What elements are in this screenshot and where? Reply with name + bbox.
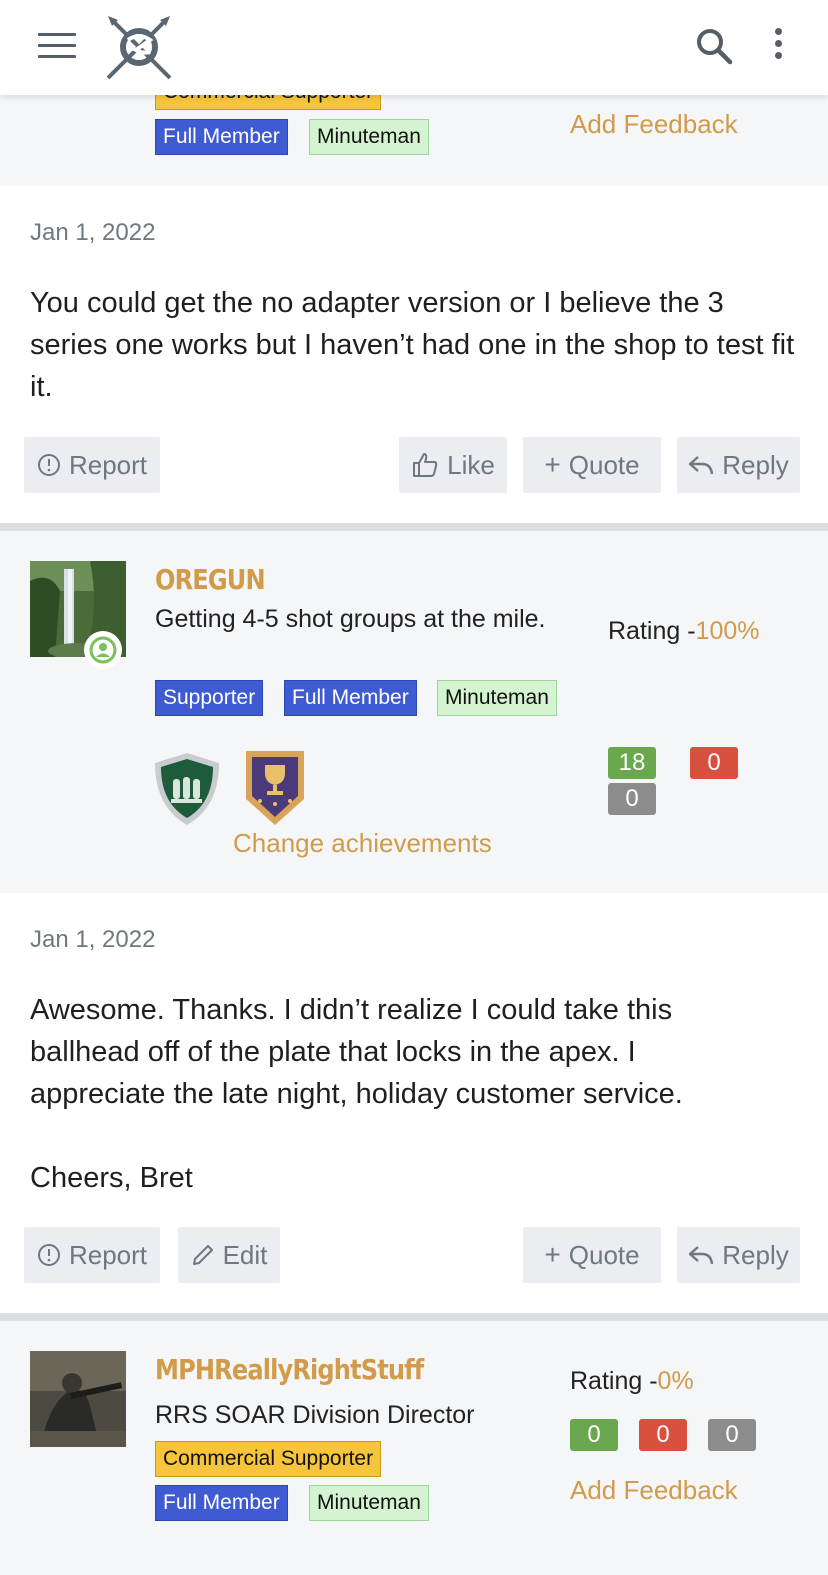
plus-icon: + (544, 449, 561, 480)
rating-value: 100% (695, 617, 760, 645)
trophy-shield-icon[interactable] (244, 749, 306, 827)
post-line: appreciate the late night, holiday custo… (30, 1078, 683, 1110)
reply-icon (689, 456, 714, 475)
report-button[interactable]: Report (24, 1227, 160, 1283)
report-label: Report (68, 449, 148, 480)
rating-value: 0% (657, 1367, 694, 1395)
user-card-oregun: OREGUN Getting 4-5 shot groups at the mi… (0, 531, 828, 893)
feedback-neutral[interactable]: 0 (708, 1419, 756, 1451)
avatar[interactable] (30, 1351, 126, 1447)
quote-button[interactable]: + Quote (523, 437, 661, 493)
edit-label: Edit (222, 1239, 268, 1270)
search-icon[interactable] (694, 26, 734, 66)
user-title: Getting 4-5 shot groups at the mile. (155, 605, 546, 633)
site-logo[interactable] (106, 14, 172, 80)
thumbs-up-icon (413, 453, 438, 477)
badge-commercial-supporter: Commercial Supporter (155, 1441, 382, 1477)
more-vertical-icon[interactable] (770, 28, 786, 66)
rating-label: Rating - (570, 1367, 658, 1395)
add-feedback-link[interactable]: Add Feedback (570, 109, 738, 140)
rating: Rating -100% (608, 617, 760, 646)
change-achievements-link[interactable]: Change achievements (233, 828, 492, 859)
badge-full-member: Full Member (155, 1485, 288, 1521)
report-button[interactable]: Report (24, 437, 160, 493)
username[interactable]: OREGUN (155, 563, 266, 596)
post-body: Awesome. Thanks. I didn’t realize I coul… (30, 989, 800, 1199)
user-card-mphreallyrightstuff: MPHReallyRightStuff RRS SOAR Division Di… (0, 1321, 828, 1575)
like-label: Like (447, 449, 495, 480)
top-bar (0, 0, 828, 95)
post-body: You could get the no adapter version or … (30, 287, 795, 403)
badge-full-member: Full Member (284, 680, 417, 716)
quote-label: Quote (568, 449, 640, 480)
user-title: RRS SOAR Division Director (155, 1401, 475, 1429)
feedback-positive[interactable]: 0 (570, 1419, 618, 1451)
post-line: ballhead off of the plate that locks in … (30, 1036, 636, 1068)
badge-minuteman: Minuteman (309, 1485, 429, 1521)
ammo-shield-icon[interactable] (151, 751, 223, 827)
post-line: Awesome. Thanks. I didn’t realize I coul… (30, 994, 673, 1026)
add-feedback-link[interactable]: Add Feedback (570, 1475, 738, 1506)
reply-label: Reply (722, 449, 789, 480)
post-date[interactable]: Jan 1, 2022 (30, 219, 155, 247)
username[interactable]: MPHReallyRightStuff (155, 1353, 424, 1386)
post-divider (0, 523, 828, 531)
badge-minuteman: Minuteman (309, 119, 429, 155)
post-date[interactable]: Jan 1, 2022 (30, 926, 155, 954)
badge-supporter: Supporter (155, 680, 264, 716)
alert-circle-icon (37, 454, 60, 476)
feedback-neutral[interactable]: 0 (608, 783, 656, 815)
alert-circle-icon (37, 1244, 60, 1266)
plus-icon: + (544, 1239, 561, 1270)
post-2: Jan 1, 2022 Awesome. Thanks. I didn’t re… (0, 893, 828, 1313)
badge-minuteman: Minuteman (437, 680, 557, 716)
post-divider (0, 1313, 828, 1321)
online-status-icon (84, 631, 122, 669)
pencil-icon (192, 1245, 213, 1265)
feedback-negative[interactable]: 0 (690, 747, 738, 779)
rating-label: Rating - (608, 617, 696, 645)
reply-button[interactable]: Reply (677, 437, 800, 493)
rating: Rating -0% (570, 1367, 694, 1396)
feedback-negative[interactable]: 0 (639, 1419, 687, 1451)
reply-label: Reply (722, 1239, 789, 1270)
report-label: Report (68, 1239, 148, 1270)
badge-full-member: Full Member (155, 119, 288, 155)
hamburger-icon[interactable] (38, 33, 76, 61)
like-button[interactable]: Like (399, 437, 507, 493)
quote-label: Quote (568, 1239, 640, 1270)
reply-button[interactable]: Reply (677, 1227, 800, 1283)
quote-button[interactable]: + Quote (523, 1227, 661, 1283)
edit-button[interactable]: Edit (178, 1227, 280, 1283)
feedback-positive[interactable]: 18 (608, 747, 656, 779)
reply-icon (689, 1246, 714, 1265)
post-1: Jan 1, 2022 You could get the no adapter… (0, 186, 828, 523)
post-signoff: Cheers, Bret (30, 1162, 193, 1194)
